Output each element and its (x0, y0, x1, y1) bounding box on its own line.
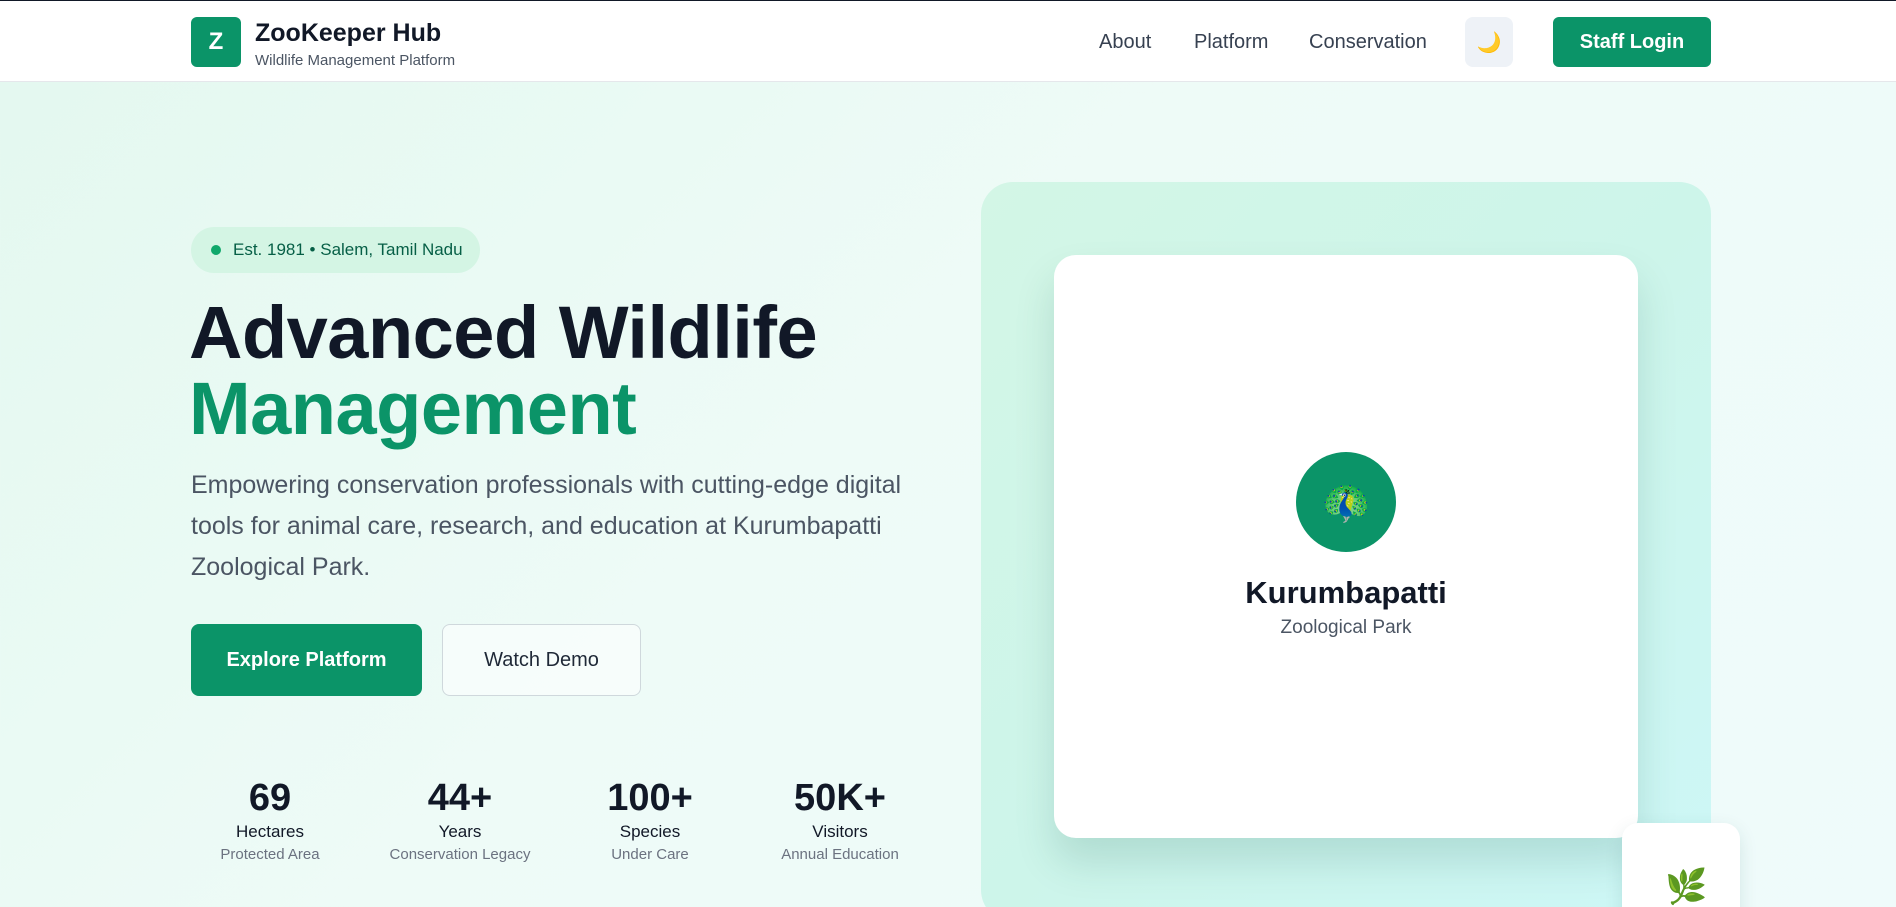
stat-species: 100+ Species Under Care (565, 776, 735, 863)
hero-description: Empowering conservation professionals wi… (191, 471, 902, 581)
explore-platform-button[interactable]: Explore Platform (191, 624, 422, 696)
established-badge: Est. 1981 • Salem, Tamil Nadu (191, 227, 480, 273)
stat-label: Visitors (812, 822, 868, 841)
stat-label: Years (438, 822, 482, 841)
top-header: Z ZooKeeper Hub Wildlife Management Plat… (0, 0, 1896, 82)
peacock-glyph: 🦚 (1321, 480, 1371, 525)
herb-icon: 🌿 (1665, 868, 1708, 906)
hero-title-line2: Management (189, 367, 637, 450)
brand-tagline: Wildlife Management Platform (255, 52, 456, 69)
stat-sublabel: Conservation Legacy (389, 846, 531, 863)
nav-conservation[interactable]: Conservation (1309, 31, 1427, 54)
logo-letter: Z (208, 28, 224, 55)
stat-visitors: 50K+ Visitors Annual Education (755, 776, 925, 863)
brand-name[interactable]: ZooKeeper Hub (255, 19, 441, 48)
nav-platform[interactable]: Platform (1194, 31, 1268, 54)
stat-value: 50K+ (794, 777, 886, 819)
status-dot (211, 245, 221, 255)
park-subtitle: Zoological Park (1280, 617, 1412, 638)
stat-value: 100+ (607, 777, 693, 819)
moon-icon: 🌙 (1476, 31, 1502, 54)
stat-value: 69 (248, 777, 292, 819)
stat-years: 44+ Years Conservation Legacy (375, 776, 545, 863)
theme-toggle-button[interactable]: 🌙 (1465, 17, 1513, 67)
park-name: Kurumbapatti (1245, 575, 1447, 610)
peacock-icon: 🦚 (1296, 452, 1396, 552)
stat-sublabel: Annual Education (781, 846, 899, 863)
stat-sublabel: Protected Area (220, 846, 320, 863)
stat-hectares: 69 Hectares Protected Area (185, 776, 355, 863)
logo-badge[interactable]: Z (191, 17, 241, 67)
stat-sublabel: Under Care (611, 846, 689, 863)
hero-title-line1: Advanced Wildlife (189, 291, 818, 374)
staff-login-button[interactable]: Staff Login (1553, 17, 1711, 67)
nav-about[interactable]: About (1099, 31, 1151, 54)
stat-label: Species (619, 822, 681, 841)
stat-value: 44+ (427, 777, 493, 819)
established-text: Est. 1981 • Salem, Tamil Nadu (233, 240, 463, 259)
stat-label: Hectares (235, 822, 305, 841)
watch-demo-button[interactable]: Watch Demo (442, 624, 641, 696)
